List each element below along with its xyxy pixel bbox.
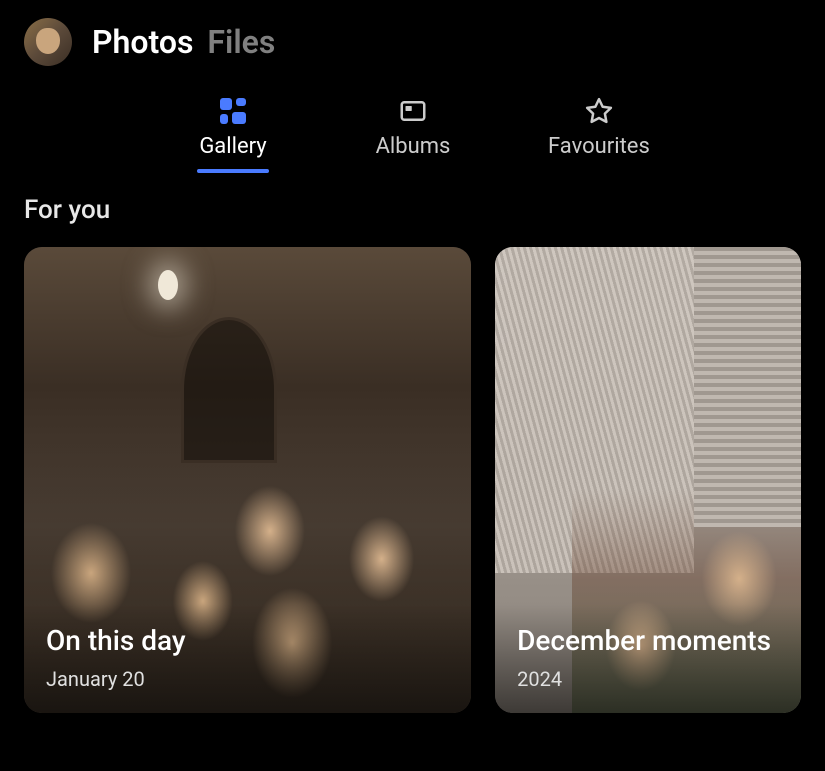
tab-favourites[interactable]: Favourites — [548, 96, 650, 173]
card-overlay: On this day January 20 — [24, 604, 471, 713]
tab-gallery-label: Gallery — [199, 134, 266, 159]
tab-favourites-label: Favourites — [548, 134, 650, 159]
card-subtitle: January 20 — [46, 667, 449, 691]
album-icon — [398, 96, 428, 126]
cards-row: On this day January 20 December moments … — [24, 247, 801, 713]
for-you-section: For you On this day January 20 December … — [0, 183, 825, 713]
header: Photos Files — [0, 0, 825, 78]
nav-tabs: Photos Files — [92, 23, 275, 61]
card-title: December moments — [517, 624, 779, 657]
avatar[interactable] — [24, 18, 72, 66]
card-on-this-day[interactable]: On this day January 20 — [24, 247, 471, 713]
card-subtitle: 2024 — [517, 667, 779, 691]
tab-files[interactable]: Files — [207, 23, 275, 61]
card-title: On this day — [46, 624, 449, 657]
tab-photos[interactable]: Photos — [92, 23, 193, 61]
sub-tabs: Gallery Albums Favourites — [0, 78, 825, 183]
tab-albums-label: Albums — [376, 134, 451, 159]
tab-underline — [197, 169, 269, 173]
section-title: For you — [24, 195, 801, 225]
tab-albums[interactable]: Albums — [368, 96, 458, 173]
grid-icon — [218, 96, 248, 126]
star-icon — [584, 96, 614, 126]
card-december-moments[interactable]: December moments 2024 — [495, 247, 801, 713]
tab-gallery[interactable]: Gallery — [188, 96, 278, 173]
card-overlay: December moments 2024 — [495, 604, 801, 713]
